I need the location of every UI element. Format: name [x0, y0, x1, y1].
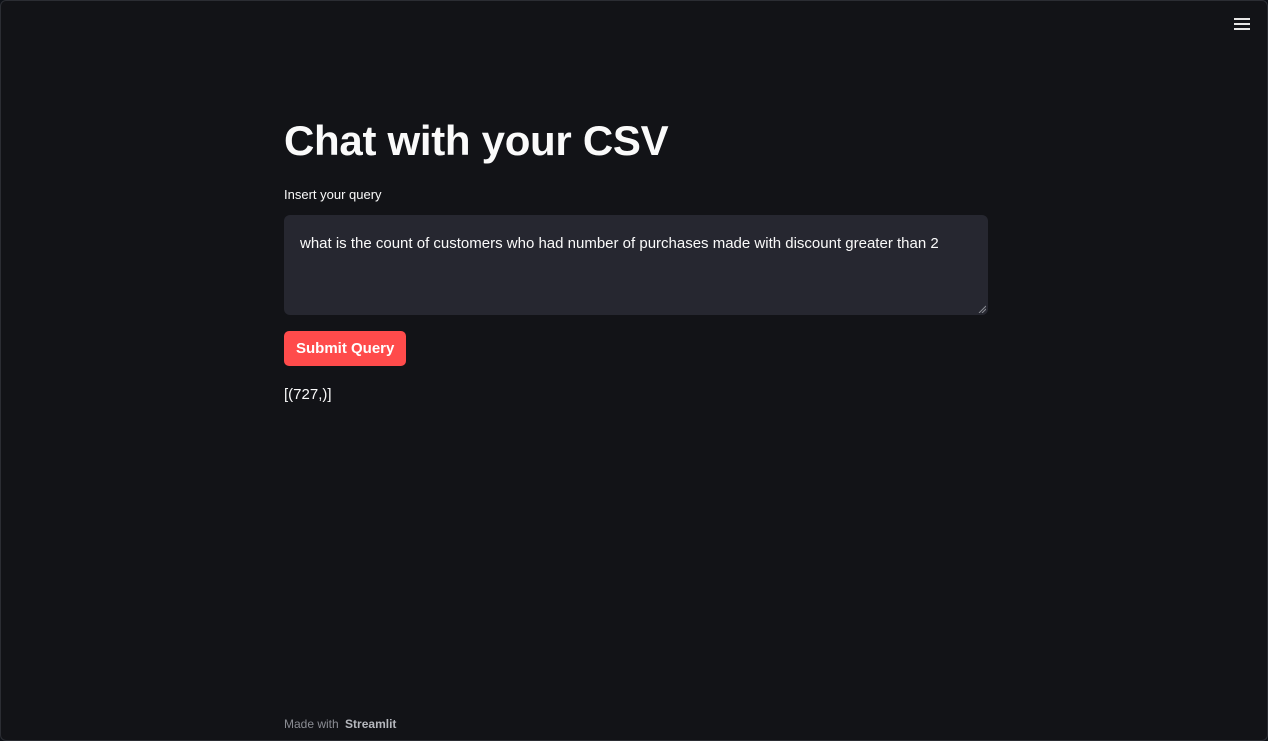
query-textarea[interactable] [284, 215, 988, 315]
streamlit-link[interactable]: Streamlit [345, 717, 396, 731]
query-label: Insert your query [284, 187, 382, 202]
main-menu-button[interactable] [1231, 13, 1253, 35]
resize-handle-icon[interactable] [978, 305, 986, 313]
app-window: Chat with your CSV Insert your query Sub… [0, 0, 1268, 741]
query-input-container [284, 215, 988, 315]
query-result: [(727,)] [284, 386, 332, 403]
footer-prefix: Made with [284, 717, 339, 731]
page-title: Chat with your CSV [284, 117, 669, 164]
submit-query-button[interactable]: Submit Query [284, 331, 407, 366]
footer: Made with Streamlit [284, 717, 396, 731]
hamburger-menu-icon [1234, 18, 1250, 30]
